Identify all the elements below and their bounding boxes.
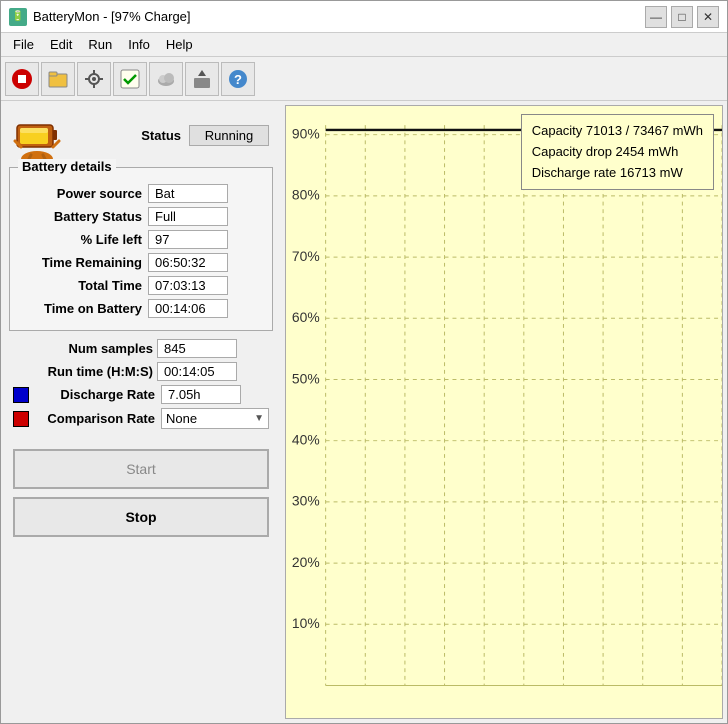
battery-status-value: Full [148,207,228,226]
svg-text:40%: 40% [292,433,320,448]
life-left-label: % Life left [18,232,148,247]
comparison-rate-row: Comparison Rate None ▼ [13,408,269,429]
svg-text:20%: 20% [292,555,320,570]
svg-text:30%: 30% [292,494,320,509]
battery-status-row: Battery Status Full [18,207,264,226]
chart-container: 90% 80% 70% 60% 50% 40% 30% 20% 10% 17:2… [285,105,723,719]
discharge-rate-swatch [13,387,29,403]
run-time-value: 00:14:05 [157,362,237,381]
total-time-label: Total Time [18,278,148,293]
power-source-row: Power source Bat [18,184,264,203]
toolbar-check-btn[interactable] [113,62,147,96]
time-remaining-value: 06:50:32 [148,253,228,272]
maximize-button[interactable]: □ [671,6,693,28]
toolbar-cloud-btn[interactable] [149,62,183,96]
toolbar: ? [1,57,727,101]
title-bar: 🔋 BatteryMon - [97% Charge] — □ ✕ [1,1,727,33]
comparison-value-text: None [166,411,197,426]
time-remaining-label: Time Remaining [18,255,148,270]
dropdown-arrow-icon: ▼ [254,413,264,424]
window-title: BatteryMon - [97% Charge] [33,9,191,24]
time-remaining-row: Time Remaining 06:50:32 [18,253,264,272]
chart-svg: 90% 80% 70% 60% 50% 40% 30% 20% 10% 17:2… [286,106,722,718]
app-icon: 🔋 [9,8,27,26]
toolbar-settings-btn[interactable] [77,62,111,96]
battery-details-group: Battery details Power source Bat Battery… [9,167,273,331]
toolbar-stop-btn[interactable] [5,62,39,96]
stop-button[interactable]: Stop [13,497,269,537]
svg-text:?: ? [234,72,242,87]
svg-text:60%: 60% [292,310,320,325]
main-content: Status Running Battery details Power sou… [1,101,727,723]
title-controls: — □ ✕ [645,6,719,28]
close-button[interactable]: ✕ [697,6,719,28]
run-time-row: Run time (H:M:S) 00:14:05 [13,362,269,381]
status-value: Running [189,125,269,146]
comparison-rate-dropdown[interactable]: None ▼ [161,408,269,429]
status-label: Status [141,128,181,143]
menu-run[interactable]: Run [80,35,120,54]
num-samples-value: 845 [157,339,237,358]
comparison-rate-swatch [13,411,29,427]
menu-help[interactable]: Help [158,35,201,54]
main-window: 🔋 BatteryMon - [97% Charge] — □ ✕ File E… [0,0,728,724]
svg-text:80%: 80% [292,188,320,203]
title-bar-left: 🔋 BatteryMon - [97% Charge] [9,8,191,26]
menu-file[interactable]: File [5,35,42,54]
battery-status-label: Battery Status [18,209,148,224]
num-samples-row: Num samples 845 [13,339,269,358]
app-logo [13,111,61,159]
menu-info[interactable]: Info [120,35,158,54]
menu-bar: File Edit Run Info Help [1,33,727,57]
toolbar-help-btn[interactable]: ? [221,62,255,96]
toolbar-export-btn[interactable] [185,62,219,96]
discharge-rate-label: Discharge Rate [35,387,155,402]
power-source-value: Bat [148,184,228,203]
left-panel: Status Running Battery details Power sou… [1,101,281,723]
svg-text:90%: 90% [292,127,320,142]
start-button[interactable]: Start [13,449,269,489]
buttons-section: Start Stop [9,441,273,545]
discharge-rate-row: Discharge Rate 7.05h [13,385,269,404]
toolbar-open-btn[interactable] [41,62,75,96]
discharge-rate-value: 7.05h [161,385,241,404]
stats-section: Num samples 845 Run time (H:M:S) 00:14:0… [9,337,273,431]
battery-details-legend: Battery details [18,159,116,174]
status-section: Status Running [9,109,273,161]
time-on-battery-label: Time on Battery [18,301,148,316]
tooltip-line2: Capacity drop 2454 mWh [532,142,703,163]
menu-edit[interactable]: Edit [42,35,80,54]
tooltip-line3: Discharge rate 16713 mW [532,163,703,184]
status-row: Status Running [69,125,269,146]
power-source-label: Power source [18,186,148,201]
run-time-label: Run time (H:M:S) [13,364,153,379]
svg-text:50%: 50% [292,372,320,387]
life-left-value: 97 [148,230,228,249]
minimize-button[interactable]: — [645,6,667,28]
num-samples-label: Num samples [13,341,153,356]
time-on-battery-row: Time on Battery 00:14:06 [18,299,264,318]
total-time-row: Total Time 07:03:13 [18,276,264,295]
comparison-rate-label: Comparison Rate [35,411,155,426]
tooltip-line1: Capacity 71013 / 73467 mWh [532,121,703,142]
right-panel: 90% 80% 70% 60% 50% 40% 30% 20% 10% 17:2… [281,101,727,723]
total-time-value: 07:03:13 [148,276,228,295]
svg-text:10%: 10% [292,616,320,631]
svg-text:70%: 70% [292,249,320,264]
chart-tooltip: Capacity 71013 / 73467 mWh Capacity drop… [521,114,714,190]
time-on-battery-value: 00:14:06 [148,299,228,318]
life-left-row: % Life left 97 [18,230,264,249]
